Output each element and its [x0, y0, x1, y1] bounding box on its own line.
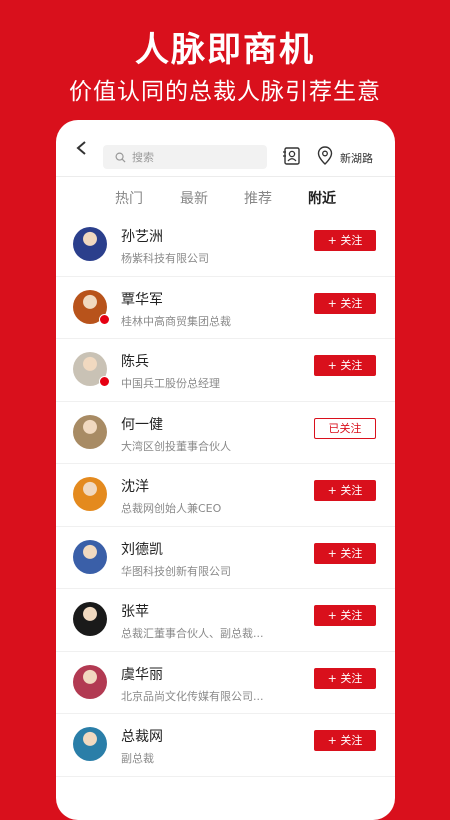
follow-button[interactable]: + 关注	[314, 605, 376, 626]
avatar[interactable]	[73, 602, 107, 636]
search-input[interactable]: 搜索	[103, 145, 267, 169]
contact-name: 何一健	[121, 416, 163, 433]
contact-name: 虞华丽	[121, 666, 163, 683]
avatar[interactable]	[73, 414, 107, 449]
contact-title: 杨紫科技有限公司	[121, 252, 209, 265]
followed-button[interactable]: 已关注	[314, 417, 376, 439]
list-item[interactable]: 总裁网副总裁 + 关注	[56, 714, 395, 777]
contacts-book-icon[interactable]	[282, 146, 302, 166]
avatar[interactable]	[73, 664, 107, 699]
back-arrow-icon[interactable]	[74, 140, 90, 156]
promo-title: 人脉即商机	[135, 30, 315, 70]
list-item[interactable]: 何一健大湾区创投董事合伙人 已关注	[56, 402, 395, 464]
contact-name: 孙艺洲	[121, 229, 163, 245]
list-item[interactable]: 刘德凯华图科技创新有限公司 + 关注	[56, 527, 395, 589]
follow-button[interactable]: + 关注	[314, 542, 376, 564]
tab-bar: 热门 最新 推荐 附近	[56, 178, 395, 214]
tab-nearby[interactable]: 附近	[308, 188, 336, 208]
avatar[interactable]	[73, 727, 107, 761]
list-item[interactable]: 陈兵中国兵工股份总经理 + 关注	[56, 339, 395, 402]
location-pin-icon[interactable]	[317, 146, 333, 166]
tab-recommend[interactable]: 推荐	[244, 188, 272, 208]
contact-title: 大湾区创投董事合伙人	[121, 439, 231, 453]
contact-name: 张苹	[121, 604, 149, 620]
contact-title: 北京品尚文化传媒有限公司...	[121, 689, 264, 703]
list-item[interactable]: 孙艺洲杨紫科技有限公司 + 关注	[56, 214, 395, 277]
contact-title: 总裁网创始人兼CEO	[121, 502, 222, 515]
avatar[interactable]	[73, 477, 107, 511]
contact-name: 陈兵	[121, 354, 149, 370]
follow-button[interactable]: + 关注	[314, 230, 376, 251]
follow-button[interactable]: + 关注	[314, 292, 376, 314]
avatar[interactable]	[73, 227, 107, 261]
top-bar: 搜索 新湖路	[56, 120, 395, 176]
contact-title: 中国兵工股份总经理	[121, 377, 220, 390]
contact-name: 覃华军	[121, 291, 163, 308]
location-label[interactable]: 新湖路	[340, 150, 373, 166]
contact-title: 副总裁	[121, 752, 154, 765]
contact-title: 桂林中高商贸集团总裁	[121, 314, 231, 328]
avatar[interactable]	[73, 539, 107, 574]
follow-button[interactable]: + 关注	[314, 480, 376, 501]
contact-name: 刘德凯	[121, 541, 163, 558]
list-item[interactable]: 沈洋总裁网创始人兼CEO + 关注	[56, 464, 395, 527]
verified-badge-icon	[99, 376, 110, 387]
tab-hot[interactable]: 热门	[115, 188, 143, 208]
contact-title: 总裁汇董事合伙人、副总裁...	[121, 627, 264, 640]
follow-button[interactable]: + 关注	[314, 730, 376, 751]
contact-name: 总裁网	[121, 729, 163, 745]
search-icon	[115, 152, 126, 163]
follow-button[interactable]: + 关注	[314, 667, 376, 689]
divider	[56, 176, 395, 177]
list-item[interactable]: 虞华丽北京品尚文化传媒有限公司... + 关注	[56, 652, 395, 714]
contact-list: 孙艺洲 杨紫科技有限公司 + 关注 覃华军 桂林中高商贸集团总裁 + 关注 陈兵 中国兵工股份…	[56, 214, 395, 777]
verified-badge-icon	[99, 313, 110, 325]
follow-button[interactable]: + 关注	[314, 355, 376, 376]
contact-title: 华图科技创新有限公司	[121, 564, 231, 578]
tab-latest[interactable]: 最新	[180, 188, 208, 208]
phone-screen: 搜索 新湖路 热门 最新 推荐 附近 孙艺洲 杨紫科技有限公司 + 关注 覃华军 桂林中…	[56, 120, 395, 820]
contact-name: 沈洋	[121, 479, 149, 495]
list-item[interactable]: 覃华军桂林中高商贸集团总裁 + 关注	[56, 277, 395, 339]
promo-subtitle: 价值认同的总裁人脉引荐生意	[69, 79, 381, 105]
list-item[interactable]: 张苹总裁汇董事合伙人、副总裁... + 关注	[56, 589, 395, 652]
search-placeholder: 搜索	[132, 151, 154, 164]
